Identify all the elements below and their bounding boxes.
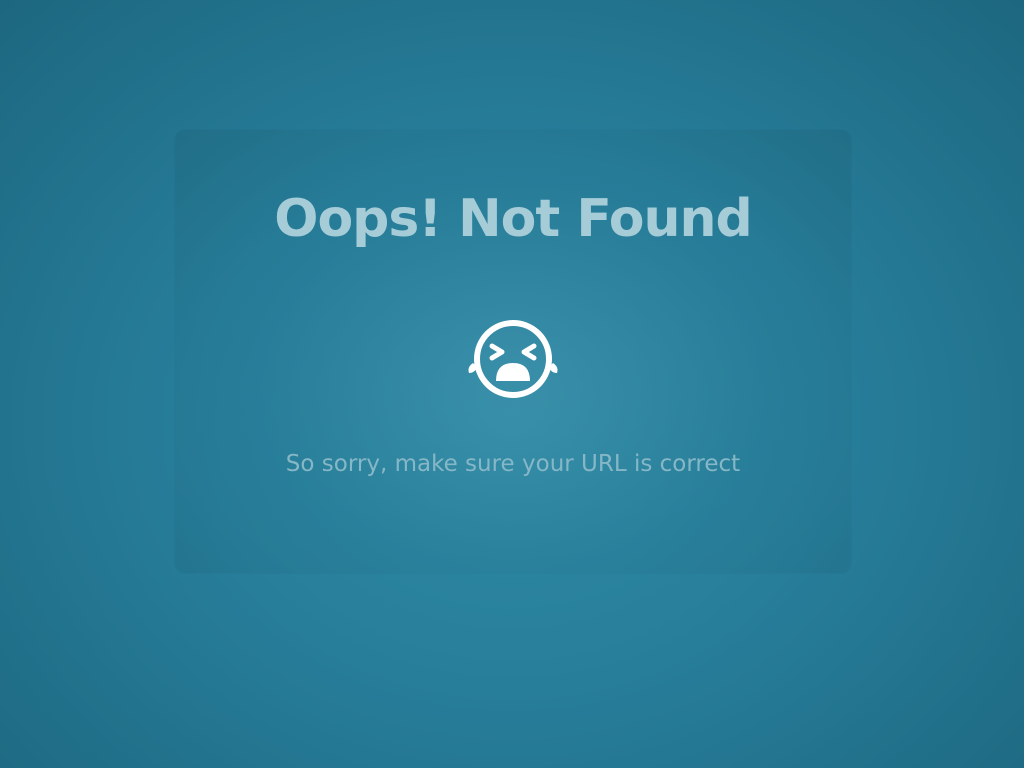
page: { "error_card": { "title": "Oops! Not Fo… bbox=[0, 0, 1024, 768]
crying-face-icon bbox=[468, 320, 558, 398]
error-title: Oops! Not Found bbox=[274, 189, 753, 249]
error-message: So sorry, make sure your URL is correct bbox=[285, 451, 741, 477]
error-card: Oops! Not Found So sorry, make sure your… bbox=[175, 130, 851, 573]
